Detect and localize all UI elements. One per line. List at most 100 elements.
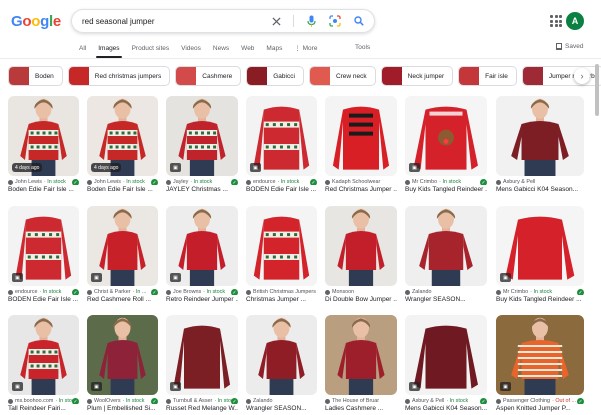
image-result[interactable]: ▣ Mr Crimbo · In stock ✓ Buy Kids Tangled Re…	[496, 206, 584, 303]
result-thumbnail[interactable]: ▣	[496, 206, 584, 286]
result-source[interactable]: Turnbull & Asser · In stock ✓	[166, 398, 238, 404]
tab-product-sites[interactable]: Product sites	[132, 45, 170, 52]
chip-neck-jumper[interactable]: Neck jumper	[380, 66, 454, 86]
result-thumbnail[interactable]: ▣	[405, 315, 487, 395]
result-source[interactable]: The House of Bruar	[325, 398, 397, 404]
image-result[interactable]: ▣ Passenger Clothing · Out of ... ✓ Aspen Kn…	[496, 315, 584, 412]
result-thumbnail[interactable]	[246, 206, 317, 286]
result-source[interactable]: Asbury & Pell · In stock ✓	[405, 398, 487, 404]
result-thumbnail[interactable]: ▣	[496, 315, 584, 395]
result-thumbnail[interactable]: ▣	[87, 315, 158, 395]
image-result[interactable]: ▣ Mr Crimbo · In stock ✓ Buy Kids Tangled Re…	[405, 96, 487, 193]
result-source[interactable]: Zalando	[246, 398, 317, 404]
result-title[interactable]: Ladies Cashmere ...	[325, 405, 397, 412]
result-title[interactable]: Mens Gabicci K04 Season...	[405, 405, 487, 412]
result-source[interactable]: Zalando	[405, 289, 487, 295]
result-thumbnail[interactable]: ▣	[8, 206, 79, 286]
result-thumbnail[interactable]: ▣	[166, 206, 238, 286]
image-result[interactable]: ▣ endource · In stock ✓ BODEN Edie Fair Isle…	[246, 96, 317, 193]
image-result[interactable]: 4 days ago John Lewis · In stock ✓ Boden Edi…	[8, 96, 79, 193]
result-thumbnail[interactable]: ▣	[246, 96, 317, 176]
result-title[interactable]: Boden Edie Fair Isle ...	[87, 186, 158, 193]
result-title[interactable]: Retro Reindeer Jumper ...	[166, 296, 238, 303]
microphone-icon[interactable]	[304, 14, 318, 28]
image-result[interactable]: ▣ Jayley · In stock ✓ JAYLEY Christmas ...	[166, 96, 238, 193]
result-thumbnail[interactable]	[405, 206, 487, 286]
result-thumbnail[interactable]: 4 days ago	[87, 96, 158, 176]
tab-videos[interactable]: Videos	[181, 45, 201, 52]
result-source[interactable]: Jayley · In stock ✓	[166, 179, 238, 185]
result-source[interactable]: ms.boohoo.com · In stock ✓	[8, 398, 79, 404]
result-source[interactable]: Asbury & Pell	[496, 179, 584, 185]
result-source[interactable]: Mr Crimbo · In stock ✓	[405, 179, 487, 185]
tab-maps[interactable]: Maps	[266, 45, 282, 52]
lens-icon[interactable]	[328, 14, 342, 28]
clear-icon[interactable]	[269, 14, 283, 28]
result-source[interactable]: WoolOvers · In stock ✓	[87, 398, 158, 404]
search-icon[interactable]	[352, 14, 366, 28]
chip-gabicci[interactable]: Gabicci	[246, 66, 304, 86]
image-result[interactable]: Asbury & Pell Mens Gabicci K04 Season...	[496, 96, 584, 193]
image-result[interactable]: ▣ ms.boohoo.com · In stock ✓ Tall Reindeer F…	[8, 315, 79, 412]
avatar[interactable]: A	[566, 12, 584, 30]
image-result[interactable]: 4 days ago John Lewis · In stock ✓ Boden Edi…	[87, 96, 158, 193]
result-source[interactable]: Kadaph Schoolwear	[325, 179, 397, 185]
result-title[interactable]: Tall Reindeer Fairi...	[8, 405, 79, 412]
result-title[interactable]: Plum | Embellished Si...	[87, 405, 158, 412]
image-result[interactable]: ▣ endource · In stock ✓ BODEN Edie Fair Isle…	[8, 206, 79, 303]
tab-more[interactable]: ⋮ More	[294, 44, 317, 52]
image-result[interactable]: The House of Bruar Ladies Cashmere ...	[325, 315, 397, 412]
result-thumbnail[interactable]: ▣	[166, 96, 238, 176]
image-result[interactable]: Monsoon Di Double Bow Jumper ...	[325, 206, 397, 303]
result-source[interactable]: Christ & Parker · In ... ✓	[87, 289, 158, 295]
result-title[interactable]: Christmas Jumper ...	[246, 296, 317, 303]
search-box[interactable]	[71, 9, 375, 33]
chip-crew-neck[interactable]: Crew neck	[308, 66, 376, 86]
result-source[interactable]: endource · In stock ✓	[246, 179, 317, 185]
image-result[interactable]: British Christmas Jumpers Christmas Jumpe…	[246, 206, 317, 303]
image-result[interactable]: ▣ Asbury & Pell · In stock ✓ Mens Gabicci K0…	[405, 315, 487, 412]
tab-images[interactable]: Images	[96, 45, 122, 58]
result-title[interactable]: BODEN Edie Fair Isle ...	[246, 186, 317, 193]
result-thumbnail[interactable]	[496, 96, 584, 176]
result-thumbnail[interactable]: ▣	[166, 315, 238, 395]
result-title[interactable]: Red Christmas Jumper ...	[325, 186, 397, 193]
image-result[interactable]: ▣ Turnbull & Asser · In stock ✓ Russet Red M…	[166, 315, 238, 412]
result-source[interactable]: John Lewis · In stock ✓	[87, 179, 158, 185]
result-source[interactable]: Mr Crimbo · In stock ✓	[496, 289, 584, 295]
chip-red-christmas-jumpers[interactable]: Red christmas jumpers	[67, 66, 171, 86]
result-source[interactable]: Joe Browns · In stock ✓	[166, 289, 238, 295]
search-input[interactable]	[82, 16, 282, 26]
saved-button[interactable]: Saved	[556, 43, 583, 50]
result-source[interactable]: Monsoon	[325, 289, 397, 295]
result-title[interactable]: Wrangler SEASON...	[246, 405, 317, 412]
tab-web[interactable]: Web	[241, 45, 254, 52]
tab-news[interactable]: News	[213, 45, 229, 52]
result-source[interactable]: endource · In stock ✓	[8, 289, 79, 295]
result-title[interactable]: Buy Kids Tangled Reindeer ...	[496, 296, 584, 303]
result-thumbnail[interactable]	[325, 96, 397, 176]
chip-fair-isle[interactable]: Fair isle	[458, 66, 517, 86]
scrollbar[interactable]	[595, 64, 599, 116]
result-thumbnail[interactable]: ▣	[8, 315, 79, 395]
result-title[interactable]: BODEN Edie Fair Isle ...	[8, 296, 79, 303]
chip-cashmere[interactable]: Cashmere	[175, 66, 242, 86]
result-source[interactable]: British Christmas Jumpers	[246, 289, 317, 295]
image-result[interactable]: Kadaph Schoolwear Red Christmas Jumper ..…	[325, 96, 397, 193]
result-title[interactable]: Wrangler SEASON...	[405, 296, 487, 303]
result-source[interactable]: John Lewis · In stock ✓	[8, 179, 79, 185]
result-title[interactable]: Russet Red Melange W...	[166, 405, 238, 412]
result-thumbnail[interactable]	[325, 315, 397, 395]
result-title[interactable]: Red Cashmere Roll ...	[87, 296, 158, 303]
result-title[interactable]: Mens Gabicci K04 Season...	[496, 186, 584, 193]
image-result[interactable]: ▣ Christ & Parker · In ... ✓ Red Cashmere Ro…	[87, 206, 158, 303]
result-thumbnail[interactable]: 4 days ago	[8, 96, 79, 176]
result-source[interactable]: Passenger Clothing · Out of ... ✓	[496, 398, 584, 404]
chips-next-button[interactable]: ›	[574, 68, 590, 84]
apps-grid-icon[interactable]	[550, 15, 562, 27]
tools-button[interactable]: Tools	[355, 44, 370, 51]
image-result[interactable]: Zalando Wrangler SEASON...	[246, 315, 317, 412]
google-logo[interactable]: Google	[11, 13, 61, 30]
image-result[interactable]: Zalando Wrangler SEASON...	[405, 206, 487, 303]
result-title[interactable]: Aspen Knitted Jumper P...	[496, 405, 584, 412]
